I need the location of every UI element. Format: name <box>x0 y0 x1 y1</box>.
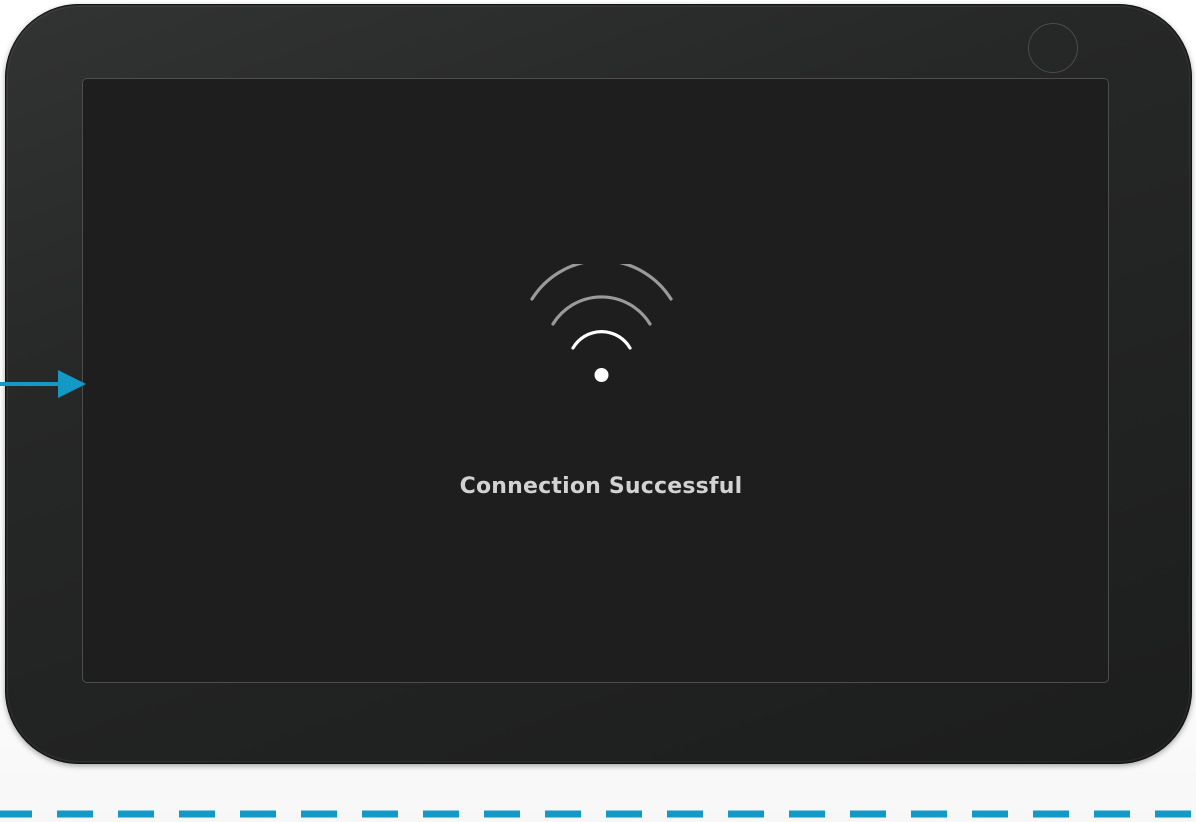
tutorial-stage: Connection Successful <box>0 0 1196 822</box>
wifi-connected-icon <box>530 264 673 382</box>
arrow-right-icon <box>0 370 86 398</box>
dashed-divider <box>0 810 1196 818</box>
connection-status-text: Connection Successful <box>459 474 743 499</box>
camera-lens-icon <box>1028 23 1078 73</box>
wifi-inner-arc <box>571 330 632 350</box>
wifi-middle-arc <box>551 295 652 326</box>
wifi-dot <box>594 368 609 382</box>
wifi-outer-arc <box>530 264 673 301</box>
